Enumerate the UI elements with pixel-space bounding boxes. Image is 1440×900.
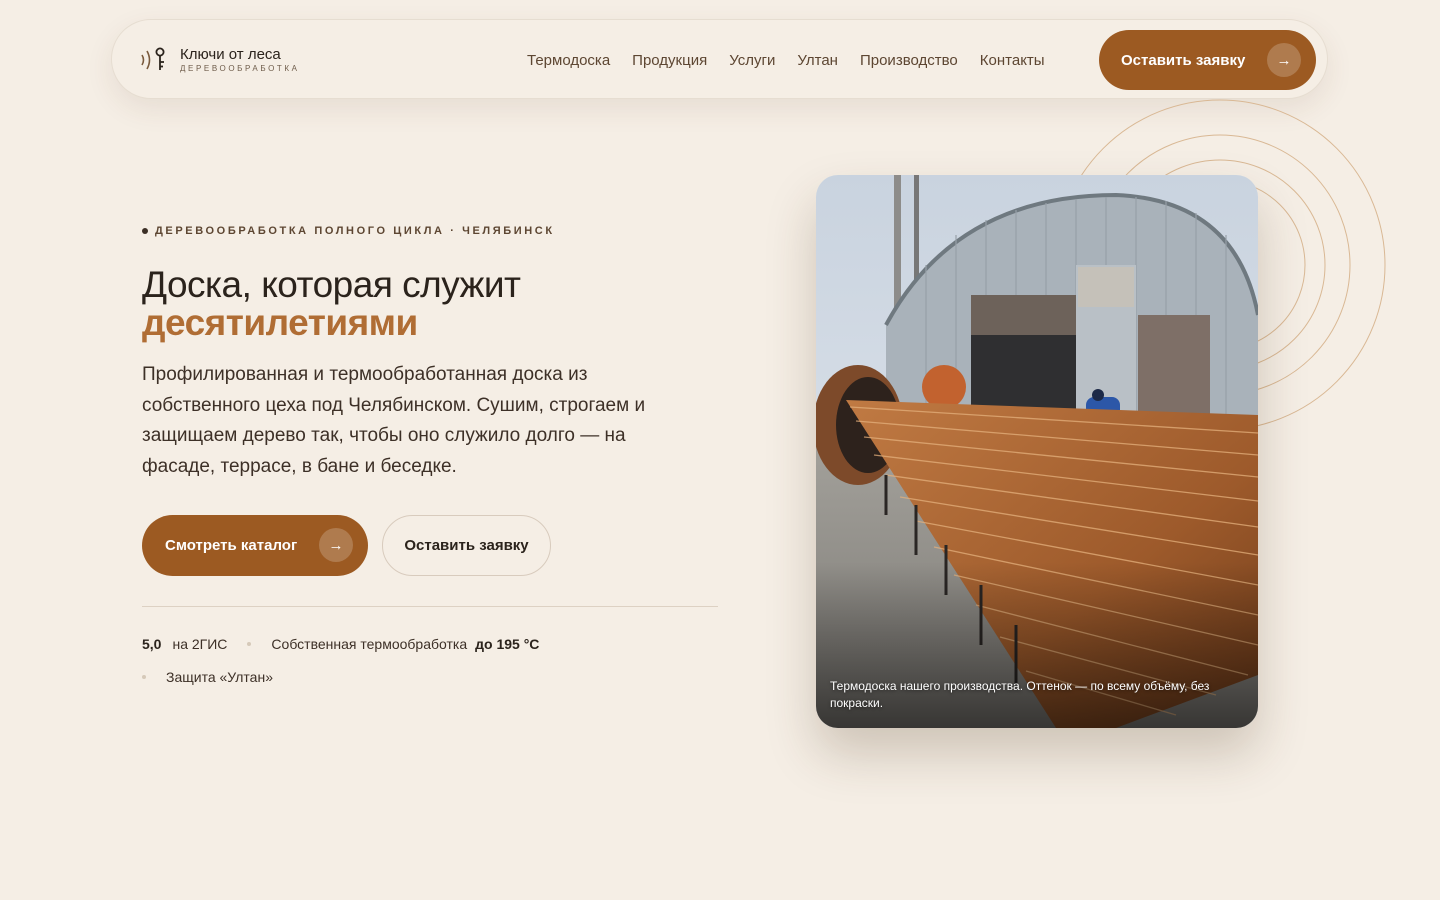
hero-title-accent: десятилетиями (142, 302, 418, 343)
thermo-value: до 195 °C (475, 636, 540, 652)
hero-photo: Термодоска нашего производства. Оттенок … (816, 175, 1258, 728)
rating-value: 5,0 (142, 636, 162, 652)
lumber-warehouse-image (816, 175, 1258, 728)
hero-lead: Профилированная и термообработанная доск… (142, 364, 646, 477)
separator-dot-icon (142, 675, 146, 679)
nav-item-products[interactable]: Продукция (632, 52, 707, 69)
view-catalog-label: Смотреть каталог (165, 537, 298, 554)
protection-label: Защита «Ултан» (166, 669, 273, 685)
thermo-label: Собственная термообработка (271, 636, 468, 652)
brand-logo[interactable]: Ключи от леса ДЕРЕВООБРАБОТКА (138, 46, 300, 74)
arrow-right-icon: → (319, 528, 353, 562)
hero-title-line: Доска, которая служит (142, 264, 521, 305)
hero-divider (142, 606, 718, 607)
leave-request-button[interactable]: Оставить заявку (382, 515, 551, 576)
separator-dot-icon (247, 642, 252, 646)
brand-name: Ключи от леса (180, 45, 281, 63)
nav-item-ultan[interactable]: Ултан (797, 52, 838, 69)
hero-stats-row-2: Защита «Ултан» (142, 669, 273, 685)
nav-request-button[interactable]: Оставить заявку → (1099, 30, 1316, 90)
rating-source: на 2ГИС (172, 636, 228, 652)
nav-item-contacts[interactable]: Контакты (980, 52, 1045, 69)
hero-title: Доска, которая служит десятилетиями (142, 266, 521, 342)
main-menu: Термодоска Продукция Услуги Ултан Произв… (527, 20, 1045, 100)
arrow-right-icon: → (1267, 43, 1301, 77)
nav-item-production[interactable]: Производство (860, 52, 958, 69)
brand-text: Ключи от леса ДЕРЕВООБРАБОТКА (180, 45, 300, 74)
hero-eyebrow-text: ДЕРЕВООБРАБОТКА ПОЛНОГО ЦИКЛА · ЧЕЛЯБИНС… (155, 225, 555, 237)
photo-caption: Термодоска нашего производства. Оттенок … (830, 679, 1210, 710)
nav-item-thermoboard[interactable]: Термодоска (527, 52, 610, 69)
view-catalog-button[interactable]: Смотреть каталог → (142, 515, 368, 576)
bullet-dot-icon (142, 228, 148, 234)
brand-tagline: ДЕРЕВООБРАБОТКА (180, 63, 300, 73)
nav-item-services[interactable]: Услуги (729, 52, 775, 69)
key-logo-icon (141, 47, 165, 70)
nav-request-label: Оставить заявку (1121, 51, 1246, 69)
top-navigation: Ключи от леса ДЕРЕВООБРАБОТКА Термодоска… (111, 19, 1328, 99)
hero-eyebrow: ДЕРЕВООБРАБОТКА ПОЛНОГО ЦИКЛА · ЧЕЛЯБИНС… (142, 225, 555, 237)
hero-stats-row: 5,0 на 2ГИС Собственная термообработка д… (142, 636, 539, 652)
